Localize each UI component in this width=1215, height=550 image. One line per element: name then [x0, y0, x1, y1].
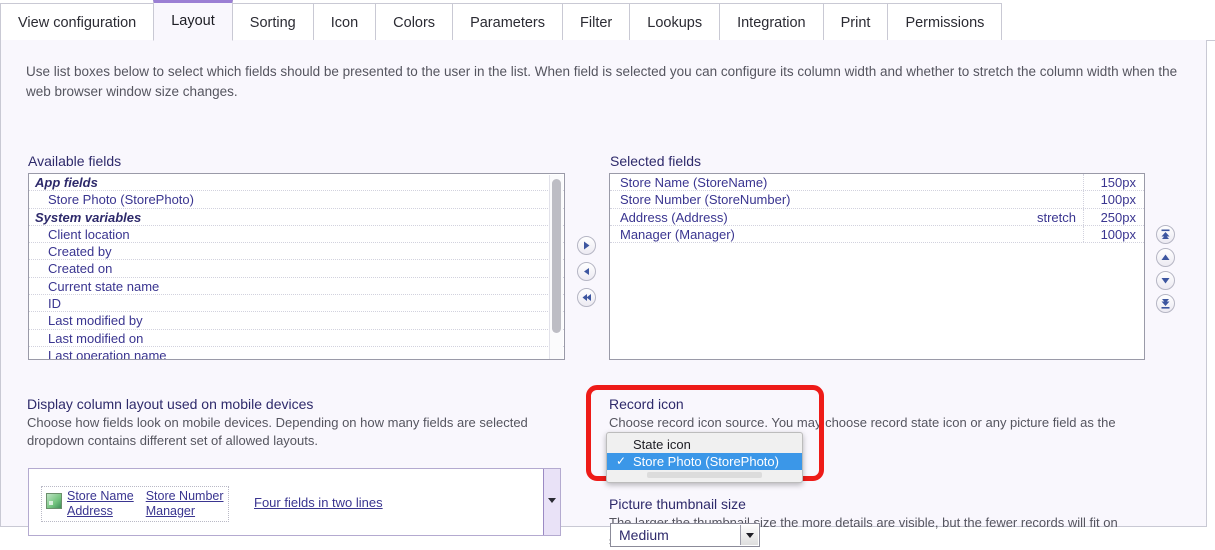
dropdown-scroll-indicator [647, 472, 762, 478]
tab-lookups[interactable]: Lookups [629, 3, 720, 41]
field-stretch [1006, 226, 1083, 242]
double-arrow-left-icon[interactable] [577, 288, 596, 307]
field-name: Address (Address) [610, 209, 1006, 225]
reorder-button-group [1156, 225, 1178, 317]
list-group-header: System variables [29, 209, 564, 226]
tab-bar: View configuration Layout Sorting Icon C… [0, 0, 1215, 41]
selected-fields-label: Selected fields [610, 153, 701, 169]
move-down-icon[interactable] [1156, 271, 1175, 290]
tab-icon[interactable]: Icon [313, 3, 376, 41]
thumbnail-size-select[interactable]: Medium [610, 523, 760, 547]
tab-view-configuration[interactable]: View configuration [0, 3, 154, 41]
field-name: Store Name (StoreName) [610, 174, 1006, 190]
dropdown-option-store-photo[interactable]: ✓ Store Photo (StorePhoto) [607, 453, 802, 470]
tab-sorting[interactable]: Sorting [232, 3, 314, 41]
move-up-icon[interactable] [1156, 248, 1175, 267]
list-item[interactable]: Last modified on [29, 330, 564, 347]
mobile-layout-description: Choose how fields look on mobile devices… [27, 414, 587, 450]
field-name: Store Number (StoreNumber) [610, 191, 1006, 207]
thumbnail-size-title: Picture thumbnail size [609, 496, 746, 512]
tab-parameters[interactable]: Parameters [452, 3, 563, 41]
list-item[interactable]: Current state name [29, 278, 564, 295]
tab-colors[interactable]: Colors [375, 3, 453, 41]
preview-field: Store Name [67, 489, 134, 504]
arrow-right-icon[interactable] [577, 236, 596, 255]
preview-field: Manager [146, 504, 224, 519]
field-stretch [1006, 174, 1083, 190]
available-fields-label: Available fields [28, 153, 121, 169]
dropdown-option-label: State icon [633, 437, 691, 452]
mobile-layout-preview: Store Name Store Number Address Manager [41, 486, 229, 522]
transfer-button-group [577, 236, 599, 314]
list-item[interactable]: Last operation name [29, 347, 564, 360]
table-row[interactable]: Store Name (StoreName) 150px [610, 174, 1144, 191]
list-group-header: App fields [29, 174, 564, 191]
scrollbar-thumb[interactable] [552, 179, 561, 333]
thumbnail-size-value: Medium [619, 527, 669, 543]
layout-panel: Use list boxes below to select which fie… [0, 40, 1207, 527]
list-item[interactable]: Last modified by [29, 312, 564, 329]
field-name: Manager (Manager) [610, 226, 1006, 242]
check-icon: ✓ [616, 453, 626, 470]
tab-integration[interactable]: Integration [719, 3, 824, 41]
move-to-top-icon[interactable] [1156, 225, 1175, 244]
list-item[interactable]: Client location [29, 226, 564, 243]
field-width: 100px [1083, 226, 1144, 242]
preview-field: Store Number [146, 489, 224, 504]
chevron-down-icon [548, 498, 556, 503]
mobile-layout-title: Display column layout used on mobile dev… [27, 396, 313, 412]
record-icon-dropdown-menu[interactable]: State icon ✓ Store Photo (StorePhoto) [606, 432, 803, 483]
available-fields-scrollbar[interactable] [549, 175, 563, 360]
panel-description: Use list boxes below to select which fie… [26, 62, 1186, 102]
view-configuration-screen: View configuration Layout Sorting Icon C… [0, 0, 1215, 536]
dropdown-option-state-icon[interactable]: State icon [607, 436, 802, 453]
list-item[interactable]: Store Photo (StorePhoto) [29, 191, 564, 208]
table-row[interactable]: Store Number (StoreNumber) 100px [610, 191, 1144, 208]
field-stretch [1006, 191, 1083, 207]
move-to-bottom-icon[interactable] [1156, 294, 1175, 313]
tab-print[interactable]: Print [823, 3, 889, 41]
list-item[interactable]: ID [29, 295, 564, 312]
table-row[interactable]: Address (Address) stretch 250px [610, 209, 1144, 226]
field-width: 250px [1083, 209, 1144, 225]
selected-fields-list[interactable]: Store Name (StoreName) 150px Store Numbe… [609, 173, 1145, 360]
tab-permissions[interactable]: Permissions [887, 3, 1002, 41]
table-row[interactable]: Manager (Manager) 100px [610, 226, 1144, 243]
preview-field-grid: Store Name Store Number Address Manager [67, 489, 224, 519]
mobile-layout-dropdown-button[interactable] [543, 469, 560, 535]
field-width: 100px [1083, 191, 1144, 207]
list-item[interactable]: Created on [29, 260, 564, 277]
field-stretch: stretch [1006, 209, 1083, 225]
mobile-layout-name: Four fields in two lines [254, 495, 383, 510]
field-width: 150px [1083, 174, 1144, 190]
dropdown-option-label: Store Photo (StorePhoto) [633, 454, 779, 469]
tab-layout[interactable]: Layout [153, 0, 233, 41]
available-fields-list[interactable]: App fields Store Photo (StorePhoto) Syst… [28, 173, 565, 360]
photo-thumbnail-icon [46, 493, 62, 509]
tab-filter[interactable]: Filter [562, 3, 630, 41]
thumbnail-size-dropdown-button[interactable] [740, 525, 758, 545]
arrow-left-icon[interactable] [577, 262, 596, 281]
record-icon-title: Record icon [609, 396, 684, 412]
list-item[interactable]: Created by [29, 243, 564, 260]
preview-field: Address [67, 504, 134, 519]
